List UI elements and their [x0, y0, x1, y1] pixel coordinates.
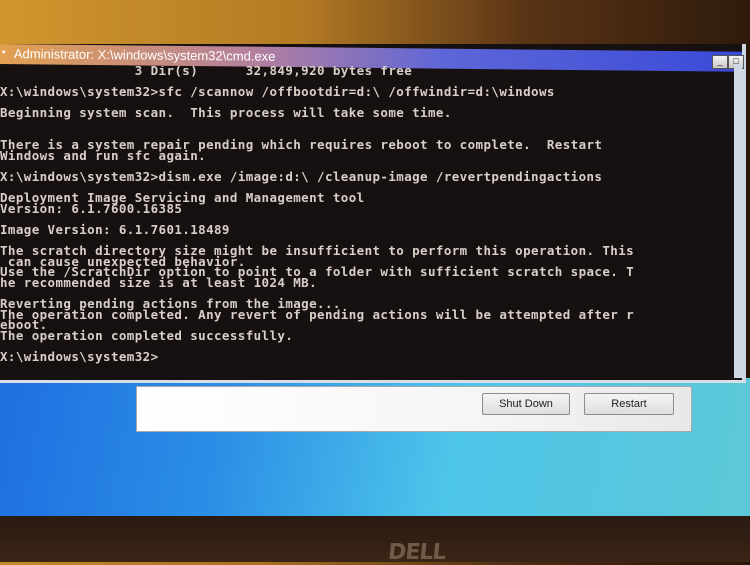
restart-button[interactable]: Restart — [584, 393, 674, 415]
console-line: X:\windows\system32>sfc /scannow /offboo… — [0, 84, 555, 100]
console-line: Image Version: 6.1.7601.18489 — [0, 221, 230, 237]
console-line: The operation completed. Any revert of p… — [0, 306, 635, 322]
console-line: Version: 6.1.7600.16385 — [0, 200, 183, 216]
vertical-scrollbar[interactable] — [734, 64, 742, 378]
console-line: 3 Dir(s) 32,849,920 bytes free — [0, 66, 413, 78]
window-title: Administrator: X:\windows\system32\cmd.e… — [13, 46, 276, 64]
dell-logo: DELL — [386, 540, 447, 565]
shut-down-button[interactable]: Shut Down — [482, 393, 570, 415]
cmd-icon: ▪ — [1, 47, 6, 59]
console-line: he recommended size is at least 1024 MB. — [0, 274, 318, 290]
cmd-window: ▪ Administrator: X:\windows\system32\cmd… — [0, 44, 746, 383]
console-line: Windows and run sfc again. — [0, 147, 207, 163]
console-output[interactable]: 3 Dir(s) 32,849,920 bytes free X:\windows… — [0, 66, 732, 376]
shutdown-dialog: Shut Down Restart — [136, 386, 692, 432]
console-line: X:\windows\system32> — [0, 349, 159, 365]
console-line: Beginning system scan. This process will… — [0, 105, 452, 121]
console-line: The operation completed successfully. — [0, 327, 294, 343]
monitor-bezel-top — [0, 0, 750, 44]
monitor-bezel-bottom — [0, 516, 750, 562]
console-line: X:\windows\system32>dism.exe /image:d:\ … — [0, 168, 603, 184]
